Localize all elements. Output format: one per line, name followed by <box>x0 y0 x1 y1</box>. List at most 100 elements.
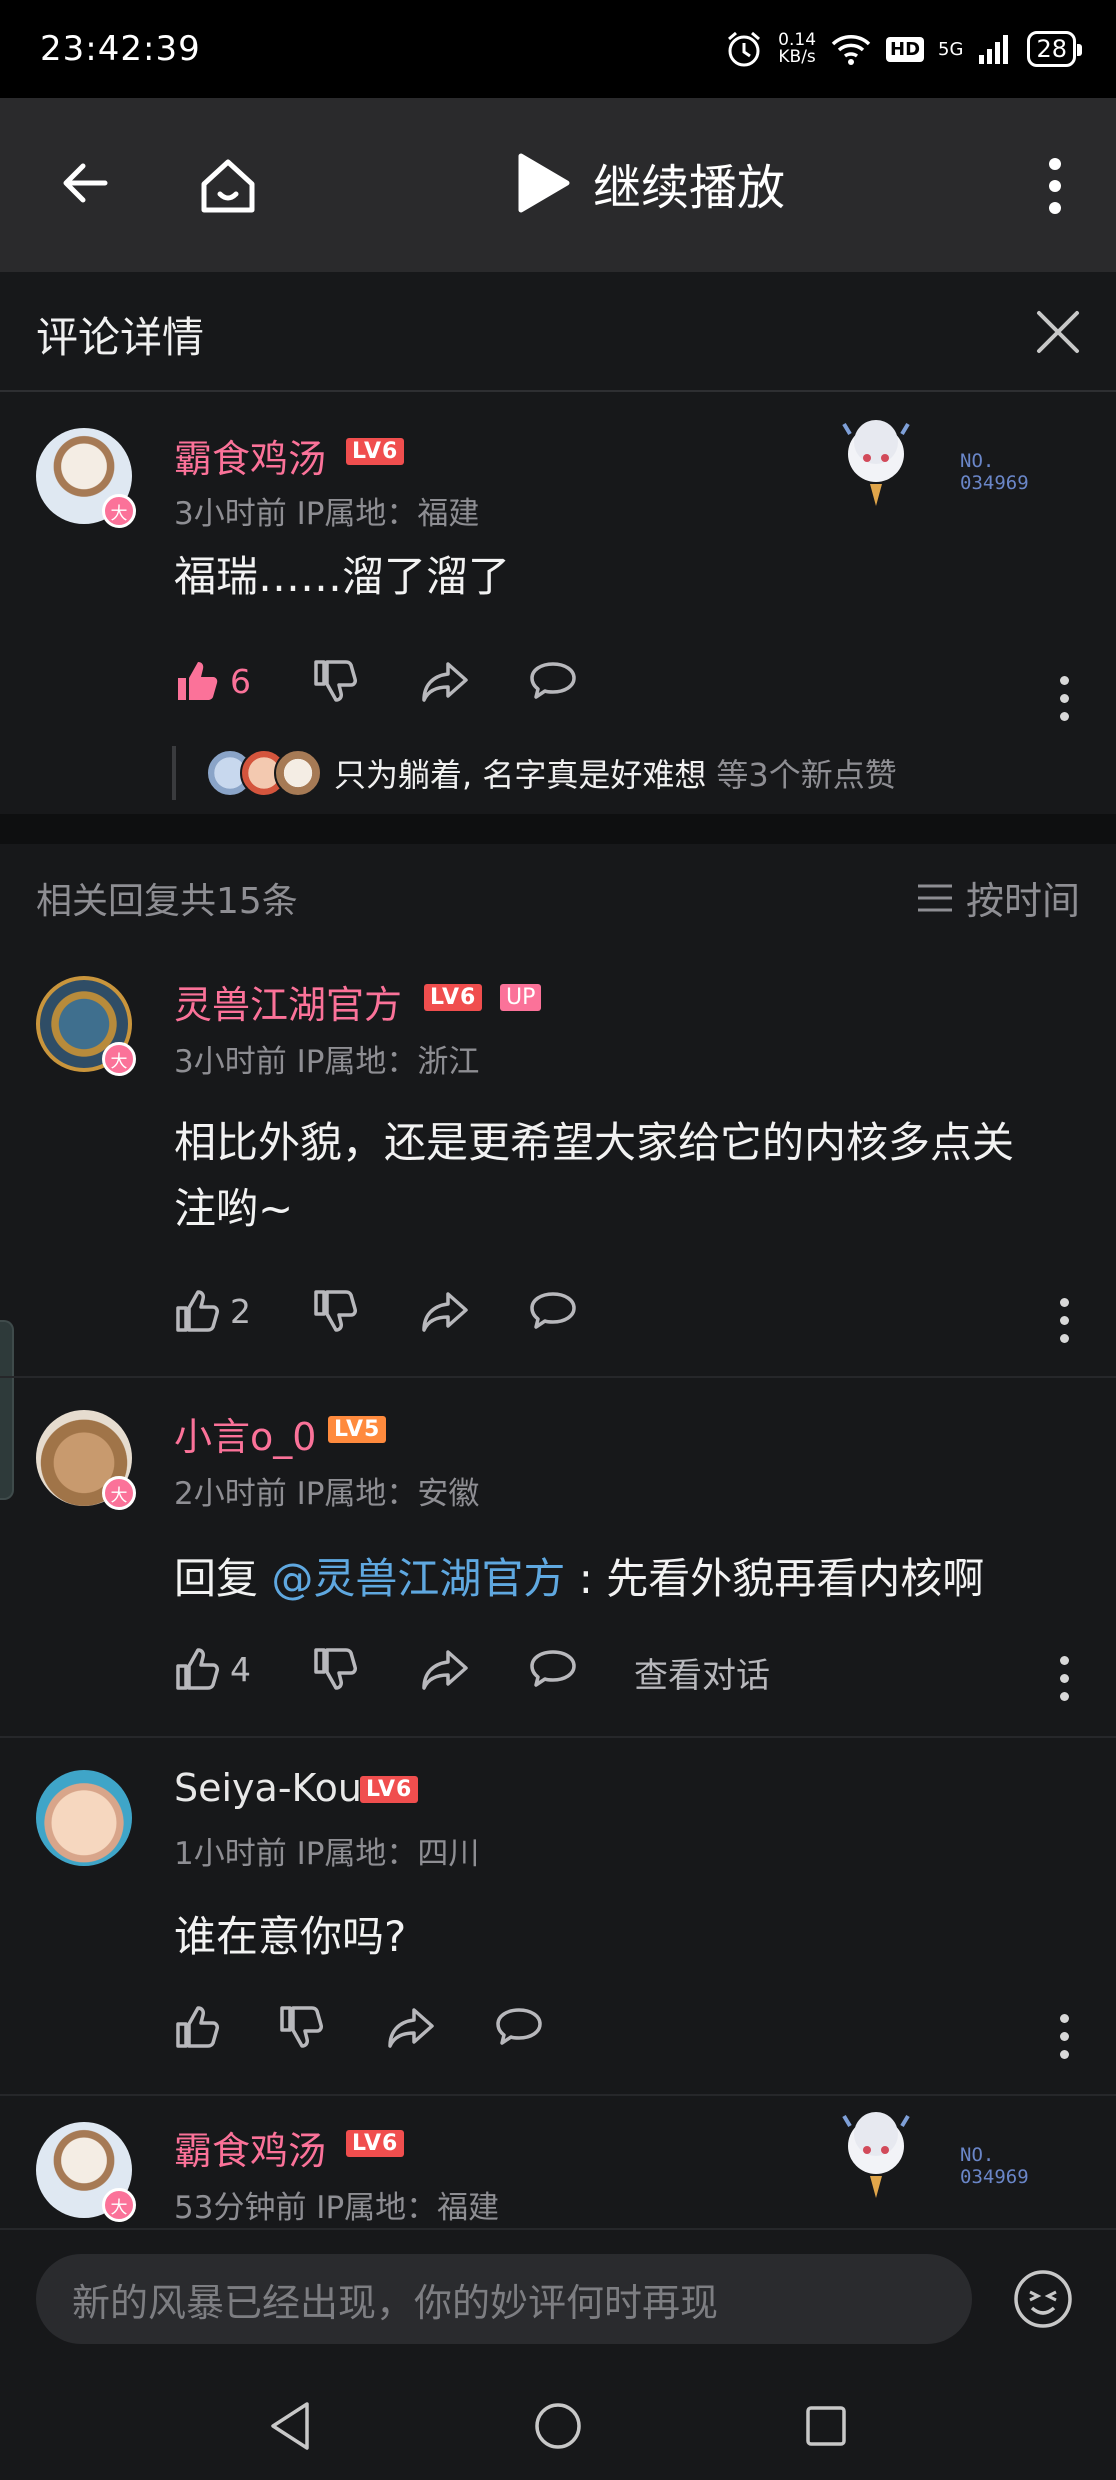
like-count: 2 <box>230 1291 251 1331</box>
share-icon <box>422 662 468 702</box>
thumbs-down-icon <box>314 660 357 702</box>
vip-badge: 大 <box>102 1476 136 1510</box>
status-icons: 0.14 KB/s HD 5G 28 <box>724 29 1082 69</box>
share-button[interactable] <box>420 1288 470 1334</box>
like-count: 6 <box>230 661 251 701</box>
username[interactable]: 灵兽江湖官方 <box>174 974 402 1029</box>
network-speed: 0.14 KB/s <box>778 30 817 67</box>
reply-button[interactable] <box>528 1288 578 1334</box>
hd-badge: HD <box>886 36 925 62</box>
replies-count: 相关回复共15条 <box>36 881 298 922</box>
view-conversation-link[interactable]: 查看对话 <box>634 1648 770 1697</box>
dislike-button[interactable] <box>312 1288 358 1334</box>
close-button[interactable] <box>1032 306 1084 358</box>
level-badge: LV5 <box>328 1416 387 1443</box>
avatar[interactable] <box>36 1770 132 1866</box>
fan-badge-figure-icon <box>842 420 910 506</box>
username[interactable]: 霸食鸡汤 <box>174 2120 326 2175</box>
more-menu-button[interactable] <box>1040 153 1070 219</box>
emoji-button[interactable] <box>1010 2266 1076 2332</box>
avatar[interactable]: 大 <box>36 976 136 1076</box>
avatar[interactable]: 大 <box>36 1410 136 1510</box>
play-icon <box>518 153 570 213</box>
main-comment: 大 霸食鸡汤 LV6 3小时前 IP属地：福建 NO. 034969 福瑞……溜… <box>0 392 1116 814</box>
more-vertical-icon <box>1049 158 1061 214</box>
nav-recents-button[interactable] <box>798 2398 854 2454</box>
share-button[interactable] <box>386 2004 436 2050</box>
like-button[interactable] <box>174 2004 220 2050</box>
triangle-back-icon <box>271 2402 309 2450</box>
comment-text: 谁在意你吗? <box>174 1912 407 1961</box>
share-icon <box>422 1292 468 1332</box>
level-badge: LV6 <box>360 1776 419 1803</box>
wifi-icon <box>831 35 871 65</box>
replies-header: 相关回复共15条 按时间 <box>0 844 1116 944</box>
thumbs-up-icon <box>176 1290 219 1332</box>
comment-input-bar: 新的风暴已经出现，你的妙评何时再现 <box>0 2228 1116 2370</box>
comment-more-button[interactable] <box>1060 1298 1070 1343</box>
comment-text: 相比外貌，还是更希望大家给它的内核多点关 注哟~ <box>174 1118 1015 1233</box>
comment-more-button[interactable] <box>1060 676 1070 721</box>
signal-icon <box>979 35 1009 64</box>
avatar[interactable]: 大 <box>36 428 136 528</box>
thumbs-down-icon <box>280 2006 323 2048</box>
comment-more-button[interactable] <box>1060 1656 1070 1701</box>
back-button[interactable] <box>50 148 120 218</box>
emoji-icon <box>1014 2270 1072 2328</box>
share-button[interactable] <box>420 1646 470 1692</box>
home-button[interactable] <box>190 148 266 224</box>
battery-indicator: 28 <box>1027 31 1082 67</box>
vip-badge: 大 <box>102 2188 136 2222</box>
continue-play-button[interactable]: 继续播放 <box>515 148 785 218</box>
like-count: 4 <box>230 1649 251 1689</box>
level-badge: LV6 <box>346 2130 405 2157</box>
sort-button[interactable]: 按时间 <box>916 870 1080 925</box>
thumbs-up-filled-icon <box>178 662 218 700</box>
username[interactable]: 小言o_0 <box>174 1406 316 1461</box>
dislike-button[interactable] <box>312 658 358 704</box>
arrow-left-icon <box>63 163 108 203</box>
fan-number-badge: NO. 034969 <box>960 2144 1029 2188</box>
username[interactable]: 霸食鸡汤 <box>174 428 326 483</box>
username[interactable]: Seiya-Kou <box>174 1766 362 1810</box>
share-button[interactable] <box>420 658 470 704</box>
comment-text: 福瑞……溜了溜了 <box>174 552 511 601</box>
share-icon <box>422 1650 468 1690</box>
status-time: 23:42:39 <box>40 29 201 69</box>
comment-meta: 2小时前 IP属地：安徽 <box>174 1476 480 1512</box>
comment-text: 回复 @灵兽江湖官方 : 先看外貌再看内核啊 <box>174 1554 985 1603</box>
like-button[interactable]: 2 <box>174 1288 251 1334</box>
reply-button[interactable] <box>528 658 578 704</box>
vip-badge: 大 <box>102 494 136 528</box>
reply-button[interactable] <box>494 2004 544 2050</box>
divider <box>0 2094 1116 2096</box>
comment-meta: 1小时前 IP属地：四川 <box>174 1836 480 1872</box>
circle-home-icon <box>535 2403 581 2449</box>
comment-input[interactable]: 新的风暴已经出现，你的妙评何时再现 <box>36 2254 972 2344</box>
alarm-icon <box>728 31 761 67</box>
comment-bubble-icon <box>530 662 576 699</box>
comment-meta: 3小时前 IP属地：浙江 <box>174 1044 480 1080</box>
nav-back-button[interactable] <box>262 2398 318 2454</box>
like-button[interactable]: 4 <box>174 1646 251 1692</box>
divider <box>0 1376 1116 1378</box>
comment-meta: 3小时前 IP属地：福建 <box>174 496 480 532</box>
level-badge: LV6 <box>424 984 483 1011</box>
liker-avatar <box>274 749 322 797</box>
sort-label: 按时间 <box>965 879 1080 923</box>
avatar[interactable]: 大 <box>36 2122 136 2222</box>
dislike-button[interactable] <box>312 1646 358 1692</box>
recent-likers[interactable]: 只为躺着, 名字真是好难想 等3个新点赞 <box>172 746 897 800</box>
dislike-button[interactable] <box>278 2004 324 2050</box>
reply-button[interactable] <box>528 1646 578 1692</box>
comment-bubble-icon <box>530 1650 576 1687</box>
side-drawer-handle[interactable] <box>0 1320 14 1500</box>
comment-meta: 53分钟前 IP属地：福建 <box>174 2190 500 2226</box>
nav-home-button[interactable] <box>530 2398 586 2454</box>
thumbs-up-icon <box>176 1648 219 1690</box>
comment-more-button[interactable] <box>1060 2014 1070 2059</box>
like-button[interactable]: 6 <box>174 658 251 704</box>
fan-number-badge: NO. 034969 <box>960 450 1029 494</box>
mention-link[interactable]: @灵兽江湖官方 <box>271 1554 565 1603</box>
fan-badge-figure-icon <box>842 2112 910 2198</box>
